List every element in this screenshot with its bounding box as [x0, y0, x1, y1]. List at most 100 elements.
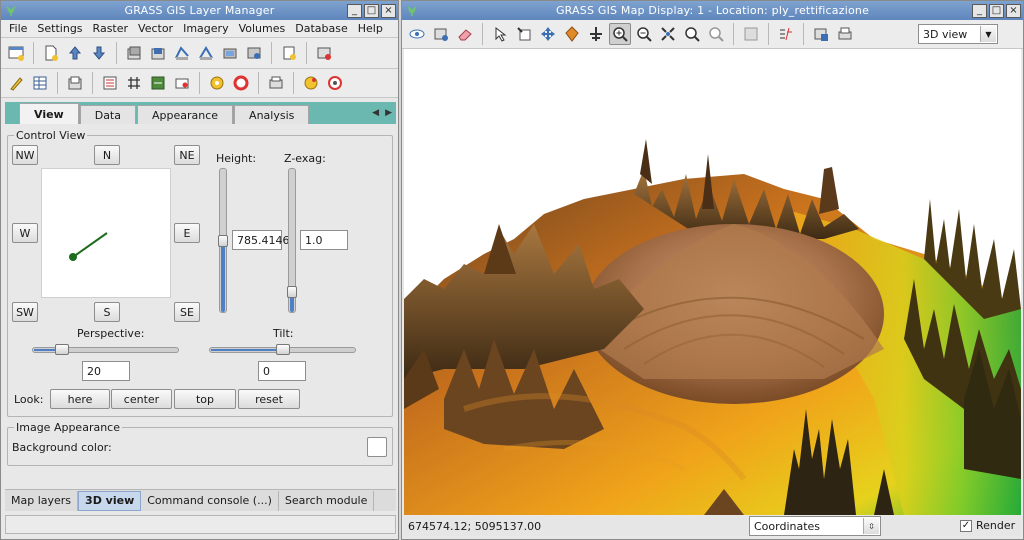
- close-icon[interactable]: ×: [381, 3, 396, 18]
- tab-map-layers[interactable]: Map layers: [5, 490, 79, 511]
- add-vector-misc-icon[interactable]: [195, 42, 217, 64]
- preferences-icon[interactable]: [206, 72, 228, 94]
- delete-layer-icon[interactable]: [313, 42, 335, 64]
- tilt-slider-handle[interactable]: [276, 344, 290, 355]
- open-workspace-icon[interactable]: [64, 42, 86, 64]
- digitize-icon[interactable]: [5, 72, 27, 94]
- save-workspace-icon[interactable]: [88, 42, 110, 64]
- height-slider[interactable]: [218, 168, 228, 313]
- tab-view[interactable]: View: [19, 103, 79, 124]
- tab-scroll-right-icon[interactable]: ▶: [385, 108, 392, 118]
- print-icon[interactable]: [265, 72, 287, 94]
- add-overlay-icon[interactable]: [243, 42, 265, 64]
- tab-command-console[interactable]: Command console (...): [141, 490, 279, 511]
- menu-settings[interactable]: Settings: [32, 22, 87, 35]
- render-checkbox[interactable]: ✓ Render: [960, 519, 1015, 532]
- menu-volumes[interactable]: Volumes: [234, 22, 291, 35]
- height-field[interactable]: 785.4146: [232, 230, 290, 250]
- tab-data[interactable]: Data: [79, 105, 136, 124]
- perspective-field[interactable]: 20: [82, 361, 130, 381]
- add-command-icon[interactable]: [278, 42, 300, 64]
- menu-raster[interactable]: Raster: [88, 22, 133, 35]
- tab-search-module[interactable]: Search module: [279, 490, 375, 511]
- render-map-icon[interactable]: [430, 23, 452, 45]
- menu-imagery[interactable]: Imagery: [178, 22, 233, 35]
- look-here-button[interactable]: here: [50, 389, 110, 409]
- look-center-button[interactable]: center: [111, 389, 172, 409]
- direction-n-button[interactable]: N: [94, 145, 120, 165]
- grid-icon[interactable]: [123, 72, 145, 94]
- statusbar-mode-select[interactable]: Coordinates ⇳: [749, 516, 881, 536]
- layer-manager-statusbar: [5, 515, 396, 534]
- chevron-updown-icon: ⇳: [863, 518, 879, 534]
- pointer-icon[interactable]: [489, 23, 511, 45]
- zoom-extent-icon[interactable]: [657, 23, 679, 45]
- zoom-out-icon[interactable]: [633, 23, 655, 45]
- decoration-icon[interactable]: [775, 23, 797, 45]
- display-map-icon[interactable]: [406, 23, 428, 45]
- fly-icon[interactable]: [561, 23, 583, 45]
- direction-nw-button[interactable]: NW: [12, 145, 38, 165]
- perspective-slider[interactable]: [32, 344, 179, 355]
- zexag-slider-handle[interactable]: [287, 286, 297, 298]
- add-raster-misc-icon[interactable]: [147, 42, 169, 64]
- zexag-slider[interactable]: [287, 168, 297, 313]
- query-icon[interactable]: [513, 23, 535, 45]
- tab-analysis[interactable]: Analysis: [234, 105, 310, 124]
- direction-se-button[interactable]: SE: [174, 302, 200, 322]
- perspective-slider-handle[interactable]: [55, 344, 69, 355]
- zexag-field[interactable]: 1.0: [300, 230, 348, 250]
- tab-scroll-left-icon[interactable]: ◀: [372, 108, 379, 118]
- save-image-icon[interactable]: [810, 23, 832, 45]
- menu-file[interactable]: File: [4, 22, 32, 35]
- direction-s-button[interactable]: S: [94, 302, 120, 322]
- zoom-options-icon[interactable]: [705, 23, 727, 45]
- grass-app-icon: [405, 4, 419, 18]
- python-shell-icon[interactable]: [147, 72, 169, 94]
- add-vector-icon[interactable]: [171, 42, 193, 64]
- direction-ne-button[interactable]: NE: [174, 145, 200, 165]
- minimize-icon[interactable]: _: [347, 3, 362, 18]
- layer-manager-titlebar[interactable]: GRASS GIS Layer Manager _ □ ×: [1, 1, 398, 20]
- fly-through-icon[interactable]: [585, 23, 607, 45]
- erase-icon[interactable]: [454, 23, 476, 45]
- new-workspace-icon[interactable]: [40, 42, 62, 64]
- background-color-swatch[interactable]: [367, 437, 387, 457]
- attribute-table-icon[interactable]: [29, 72, 51, 94]
- print-map-icon[interactable]: [834, 23, 856, 45]
- map-display-titlebar[interactable]: GRASS GIS Map Display: 1 - Location: ply…: [402, 1, 1023, 20]
- direction-sw-button[interactable]: SW: [12, 302, 38, 322]
- tab-3d-view[interactable]: 3D view: [78, 490, 142, 511]
- add-group-icon[interactable]: [219, 42, 241, 64]
- direction-w-button[interactable]: W: [12, 223, 38, 243]
- menu-database[interactable]: Database: [290, 22, 353, 35]
- close-icon[interactable]: ×: [1006, 3, 1021, 18]
- menu-help[interactable]: Help: [353, 22, 388, 35]
- look-reset-button[interactable]: reset: [238, 389, 300, 409]
- analyze-icon[interactable]: [740, 23, 762, 45]
- about-icon[interactable]: [324, 72, 346, 94]
- extension-icon[interactable]: [300, 72, 322, 94]
- view-mode-select[interactable]: 3D view ▼: [918, 24, 998, 44]
- pan-icon[interactable]: [537, 23, 559, 45]
- direction-e-button[interactable]: E: [174, 223, 200, 243]
- settings-icon[interactable]: [171, 72, 193, 94]
- height-slider-handle[interactable]: [218, 235, 228, 247]
- new-display-icon[interactable]: [5, 42, 27, 64]
- map-canvas-3d[interactable]: [404, 49, 1021, 515]
- help-icon[interactable]: [230, 72, 252, 94]
- maximize-icon[interactable]: □: [364, 3, 379, 18]
- minimize-icon[interactable]: _: [972, 3, 987, 18]
- tilt-field[interactable]: 0: [258, 361, 306, 381]
- add-raster-icon[interactable]: [123, 42, 145, 64]
- zoom-back-icon[interactable]: [681, 23, 703, 45]
- look-top-button[interactable]: top: [174, 389, 236, 409]
- maximize-icon[interactable]: □: [989, 3, 1004, 18]
- tilt-slider[interactable]: [209, 344, 356, 355]
- georectify-icon[interactable]: [64, 72, 86, 94]
- tab-appearance[interactable]: Appearance: [136, 105, 234, 124]
- model-builder-icon[interactable]: [99, 72, 121, 94]
- view-direction-pad[interactable]: [41, 168, 171, 298]
- zoom-in-icon[interactable]: [609, 23, 631, 45]
- menu-vector[interactable]: Vector: [133, 22, 178, 35]
